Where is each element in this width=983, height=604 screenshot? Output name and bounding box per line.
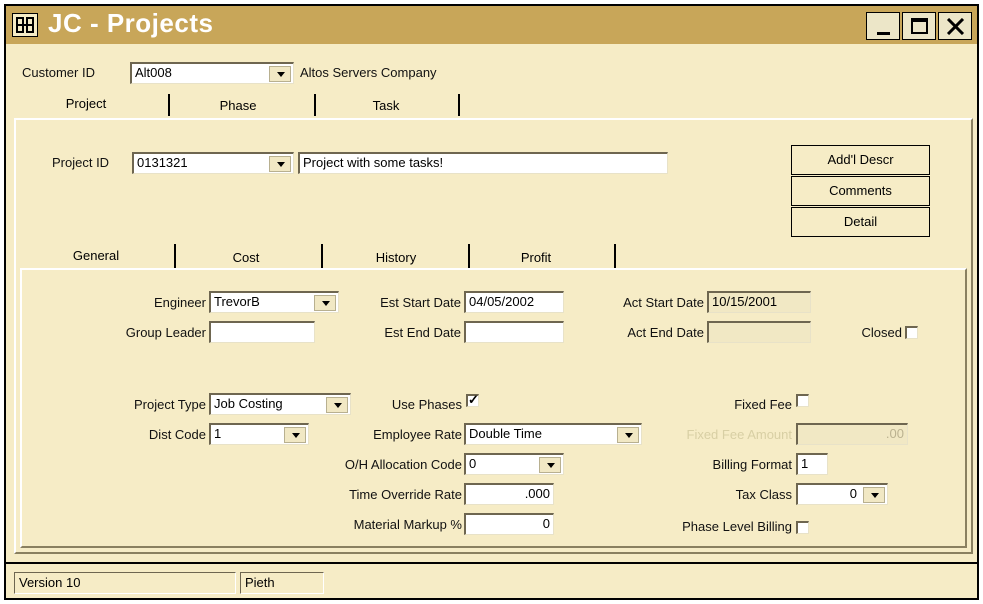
- maximize-button[interactable]: [902, 12, 936, 40]
- chevron-down-icon[interactable]: [863, 487, 885, 503]
- billing-format-label: Billing Format: [712, 457, 792, 472]
- est-start-date-field[interactable]: 04/05/2002: [464, 291, 564, 313]
- customer-id-dropdown[interactable]: Alt008: [130, 62, 294, 84]
- addl-descr-button[interactable]: Add'l Descr: [791, 145, 930, 175]
- project-id-label: Project ID: [52, 155, 110, 170]
- employee-rate-label: Employee Rate: [373, 427, 462, 442]
- group-leader-label: Group Leader: [125, 325, 206, 340]
- fixed-fee-amount-field[interactable]: .00: [796, 423, 908, 445]
- use-phases-label: Use Phases: [391, 397, 462, 412]
- tab-separator: [614, 244, 616, 268]
- est-start-date-label: Est Start Date: [380, 295, 461, 310]
- tab-separator: [321, 244, 323, 268]
- dist-code-dropdown[interactable]: 1: [209, 423, 309, 445]
- comments-button[interactable]: Comments: [791, 176, 930, 206]
- project-type-dropdown[interactable]: Job Costing: [209, 393, 351, 415]
- customer-id-value: Alt008: [135, 65, 172, 80]
- tab-project[interactable]: Project: [56, 94, 116, 114]
- chevron-down-icon[interactable]: [314, 295, 336, 311]
- chevron-down-icon[interactable]: [539, 457, 561, 473]
- app-grid-icon[interactable]: [12, 13, 38, 37]
- minimize-button[interactable]: [866, 12, 900, 40]
- tax-class-label: Tax Class: [735, 487, 792, 502]
- window-title: JC - Projects: [48, 8, 214, 38]
- tax-class-dropdown[interactable]: 0: [796, 483, 888, 505]
- est-end-date-field[interactable]: [464, 321, 564, 343]
- material-markup-label: Material Markup %: [353, 517, 462, 532]
- project-id-value: 0131321: [137, 155, 188, 170]
- tab-separator: [314, 94, 316, 116]
- status-version: Version 10: [14, 572, 236, 594]
- fixed-fee-amount-label: Fixed Fee Amount: [686, 427, 793, 442]
- chevron-down-icon[interactable]: [269, 66, 291, 82]
- est-end-date-label: Est End Date: [384, 325, 461, 340]
- act-start-date-field[interactable]: 10/15/2001: [707, 291, 811, 313]
- maximize-icon: [911, 18, 928, 34]
- close-button[interactable]: [938, 12, 972, 40]
- tab-separator: [168, 94, 170, 116]
- tab-profit[interactable]: Profit: [506, 248, 566, 268]
- status-user: Pieth: [240, 572, 324, 594]
- act-end-date-label: Act End Date: [627, 325, 704, 340]
- minimize-icon: [877, 32, 890, 35]
- project-id-dropdown[interactable]: 0131321: [132, 152, 294, 174]
- billing-format-field[interactable]: 1: [796, 453, 828, 475]
- chevron-down-icon[interactable]: [284, 427, 306, 443]
- time-override-rate-label: Time Override Rate: [349, 487, 462, 502]
- phase-level-billing-label: Phase Level Billing: [682, 519, 792, 534]
- detail-button[interactable]: Detail: [791, 207, 930, 237]
- material-markup-field[interactable]: 0: [464, 513, 554, 535]
- use-phases-checkbox[interactable]: [466, 392, 479, 408]
- employee-rate-dropdown[interactable]: Double Time: [464, 423, 642, 445]
- tab-separator: [468, 244, 470, 268]
- tab-separator: [458, 94, 460, 116]
- chevron-down-icon[interactable]: [269, 156, 291, 172]
- chevron-down-icon[interactable]: [617, 427, 639, 443]
- closed-checkbox[interactable]: [905, 326, 918, 339]
- chevron-down-icon[interactable]: [326, 397, 348, 413]
- time-override-rate-field[interactable]: .000: [464, 483, 554, 505]
- act-start-date-label: Act Start Date: [623, 295, 704, 310]
- status-bar-divider: [6, 562, 977, 564]
- tab-history[interactable]: History: [356, 248, 436, 268]
- act-end-date-field[interactable]: [707, 321, 811, 343]
- customer-id-label: Customer ID: [22, 65, 95, 80]
- engineer-dropdown[interactable]: TrevorB: [209, 291, 339, 313]
- jc-projects-window: JC - Projects Customer ID Alt008 Altos S…: [4, 4, 979, 600]
- phase-level-billing-checkbox[interactable]: [796, 521, 809, 534]
- tab-general[interactable]: General: [56, 246, 136, 266]
- title-bar[interactable]: JC - Projects: [6, 6, 977, 44]
- engineer-label: Engineer: [153, 295, 206, 310]
- tab-task[interactable]: Task: [351, 96, 421, 116]
- customer-company-name: Altos Servers Company: [300, 65, 437, 80]
- project-type-label: Project Type: [133, 397, 206, 412]
- tab-separator: [174, 244, 176, 268]
- fixed-fee-label: Fixed Fee: [734, 397, 792, 412]
- close-icon: [946, 18, 965, 35]
- group-leader-field[interactable]: [209, 321, 315, 343]
- oh-allocation-code-dropdown[interactable]: 0: [464, 453, 564, 475]
- closed-label: Closed: [861, 325, 902, 340]
- project-description-field[interactable]: Project with some tasks!: [298, 152, 668, 174]
- tab-phase[interactable]: Phase: [198, 96, 278, 116]
- oh-allocation-code-label: O/H Allocation Code: [344, 457, 462, 472]
- fixed-fee-checkbox[interactable]: [796, 394, 809, 407]
- tab-cost[interactable]: Cost: [216, 248, 276, 268]
- dist-code-label: Dist Code: [148, 427, 206, 442]
